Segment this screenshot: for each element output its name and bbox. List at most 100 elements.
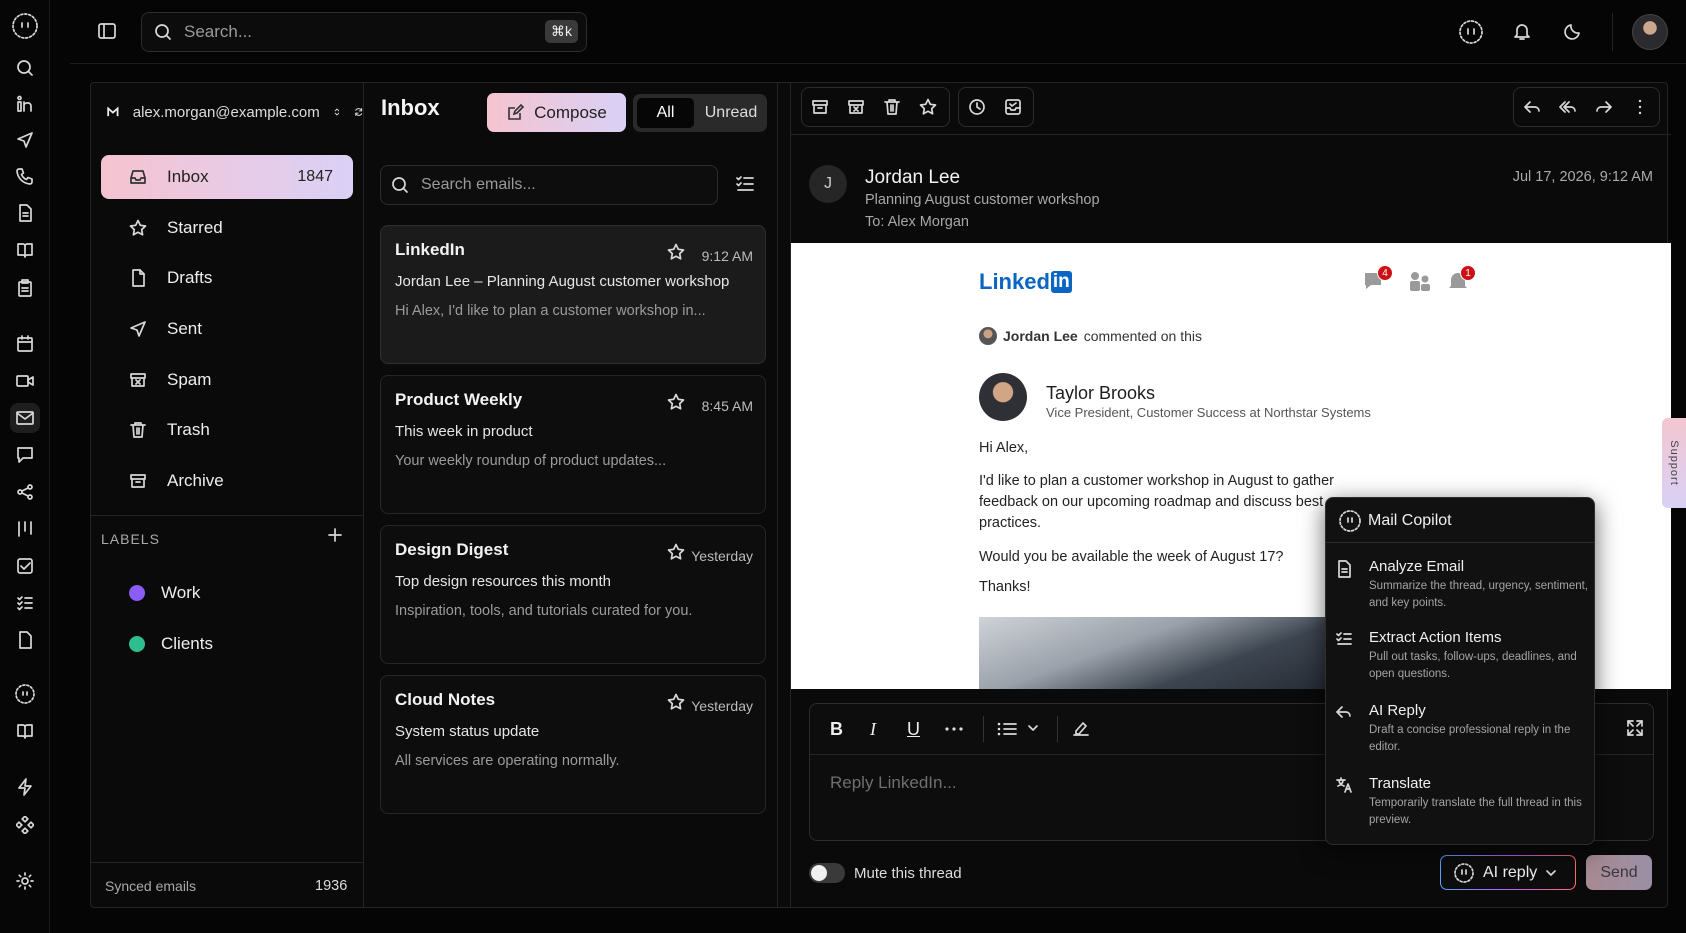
bell-icon[interactable]	[1512, 21, 1532, 41]
label-work[interactable]: Work	[129, 583, 200, 603]
email-list-item[interactable]: Cloud Notes System status update All servi…	[380, 675, 766, 814]
file-icon[interactable]	[10, 625, 40, 655]
refresh-icon[interactable]	[354, 104, 363, 120]
signature-icon[interactable]	[1071, 719, 1091, 739]
filter-all[interactable]: All	[637, 98, 694, 128]
document-icon	[1336, 560, 1352, 578]
filter-toggle: All Unread	[633, 94, 767, 132]
add-label-icon[interactable]	[327, 527, 343, 543]
email-search-input[interactable]: Search emails...	[380, 165, 718, 205]
search-placeholder: Search...	[184, 22, 253, 41]
star-icon[interactable]	[667, 693, 685, 711]
copilot-title: Mail Copilot	[1368, 512, 1452, 529]
trash-icon[interactable]	[874, 89, 910, 125]
share-icon[interactable]	[10, 477, 40, 507]
ai-reply-button[interactable]: AI reply	[1440, 855, 1576, 890]
italic-button[interactable]: I	[870, 719, 876, 740]
reply-input[interactable]: Reply LinkedIn...	[830, 773, 957, 793]
phone-icon[interactable]	[10, 161, 40, 191]
clock-icon[interactable]	[959, 89, 995, 125]
list-format-icon[interactable]	[996, 719, 1018, 739]
mark-done-icon[interactable]	[995, 89, 1031, 125]
expand-icon[interactable]	[1626, 719, 1644, 737]
filter-unread[interactable]: Unread	[699, 98, 763, 128]
sidebar-item-inbox[interactable]: Inbox 1847	[101, 155, 353, 199]
sender-avatar: J	[809, 165, 847, 203]
copilot-icon[interactable]	[1458, 19, 1484, 45]
bold-button[interactable]: B	[830, 719, 843, 740]
document-icon[interactable]	[10, 198, 40, 228]
reply-icon[interactable]	[1514, 89, 1550, 125]
sidebar-item-drafts[interactable]: Drafts	[101, 256, 353, 300]
linkedin-icon[interactable]	[10, 89, 40, 119]
mail-icon[interactable]	[10, 403, 40, 433]
email-list-item[interactable]: Product Weekly This week in product Your w…	[380, 375, 766, 514]
labels-heading: LABELS	[101, 531, 160, 547]
video-icon[interactable]	[10, 366, 40, 396]
compose-label: Compose	[534, 102, 607, 122]
star-icon[interactable]	[667, 543, 685, 561]
user-avatar[interactable]	[1632, 14, 1668, 50]
chevron-down-icon[interactable]	[1026, 721, 1040, 735]
sidebar-item-trash[interactable]: Trash	[101, 408, 353, 452]
email-list-item[interactable]: LinkedIn Jordan Lee – Planning August cus…	[380, 225, 766, 364]
book-icon[interactable]	[10, 716, 40, 746]
sidebar-item-spam[interactable]: Spam	[101, 358, 353, 402]
settings-icon[interactable]	[10, 866, 40, 896]
ai-reply-item[interactable]: AI Reply Draft a concise professional re…	[1336, 702, 1588, 762]
sidebar-item-label: Archive	[167, 471, 224, 490]
email-list-item[interactable]: Design Digest Top design resources this m…	[380, 525, 766, 664]
more-vertical-icon[interactable]	[1622, 89, 1658, 125]
checklist-icon[interactable]	[10, 588, 40, 618]
send-icon[interactable]	[10, 125, 40, 155]
copilot-icon[interactable]	[10, 679, 40, 709]
clipboard-icon[interactable]	[10, 273, 40, 303]
email-sender: Product Weekly	[395, 390, 523, 409]
item-title: Analyze Email	[1369, 558, 1465, 575]
sidebar-toggle-icon[interactable]	[97, 21, 117, 41]
kanban-icon[interactable]	[10, 514, 40, 544]
lightning-icon[interactable]	[10, 772, 40, 802]
calendar-icon[interactable]	[10, 329, 40, 359]
moon-icon[interactable]	[1563, 21, 1583, 41]
send-button[interactable]: Send	[1586, 855, 1652, 890]
label-clients[interactable]: Clients	[129, 634, 213, 654]
network-icon	[1408, 270, 1432, 292]
translate-item[interactable]: Translate Temporarily translate the full…	[1336, 775, 1588, 835]
forward-icon[interactable]	[1586, 89, 1622, 125]
underline-button[interactable]: U	[907, 719, 920, 740]
label-color-dot	[129, 585, 145, 601]
app-logo-icon[interactable]	[10, 11, 40, 41]
star-icon[interactable]	[667, 393, 685, 411]
chevron-updown-icon	[334, 108, 339, 116]
label-color-dot	[129, 636, 145, 652]
analyze-email-item[interactable]: Analyze Email Summarize the thread, urge…	[1336, 558, 1588, 618]
star-icon[interactable]	[667, 243, 685, 261]
archive-icon[interactable]	[802, 89, 838, 125]
chat-icon[interactable]	[10, 440, 40, 470]
toggle-knob	[811, 865, 827, 881]
star-icon[interactable]	[910, 89, 946, 125]
more-horizontal-icon[interactable]	[944, 719, 964, 739]
book-open-icon[interactable]	[10, 235, 40, 265]
mute-toggle[interactable]	[809, 863, 845, 883]
checkbox-icon[interactable]	[10, 551, 40, 581]
sidebar-item-starred[interactable]: Starred	[101, 206, 353, 250]
integrations-icon[interactable]	[10, 810, 40, 840]
reply-all-icon[interactable]	[1550, 89, 1586, 125]
greeting: Hi Alex,	[979, 440, 1029, 456]
search-icon[interactable]	[10, 53, 40, 83]
extract-action-items-item[interactable]: Extract Action Items Pull out tasks, fol…	[1336, 629, 1588, 689]
mail-copilot-menu: Mail Copilot Analyze Email Summarize the…	[1325, 497, 1595, 845]
messages-icon: 4	[1363, 265, 1393, 293]
spam-icon[interactable]	[838, 89, 874, 125]
account-email: alex.morgan@example.com	[132, 103, 320, 121]
gmail-icon	[107, 106, 119, 117]
account-switcher[interactable]: alex.morgan@example.com	[91, 83, 363, 141]
sidebar-item-sent[interactable]: Sent	[101, 307, 353, 351]
sidebar-item-archive[interactable]: Archive	[101, 459, 353, 503]
select-mode-icon[interactable]	[735, 174, 755, 194]
compose-button[interactable]: Compose	[487, 93, 626, 132]
support-tab[interactable]: Support	[1662, 418, 1686, 508]
global-search[interactable]: Search... ⌘k	[141, 12, 587, 52]
